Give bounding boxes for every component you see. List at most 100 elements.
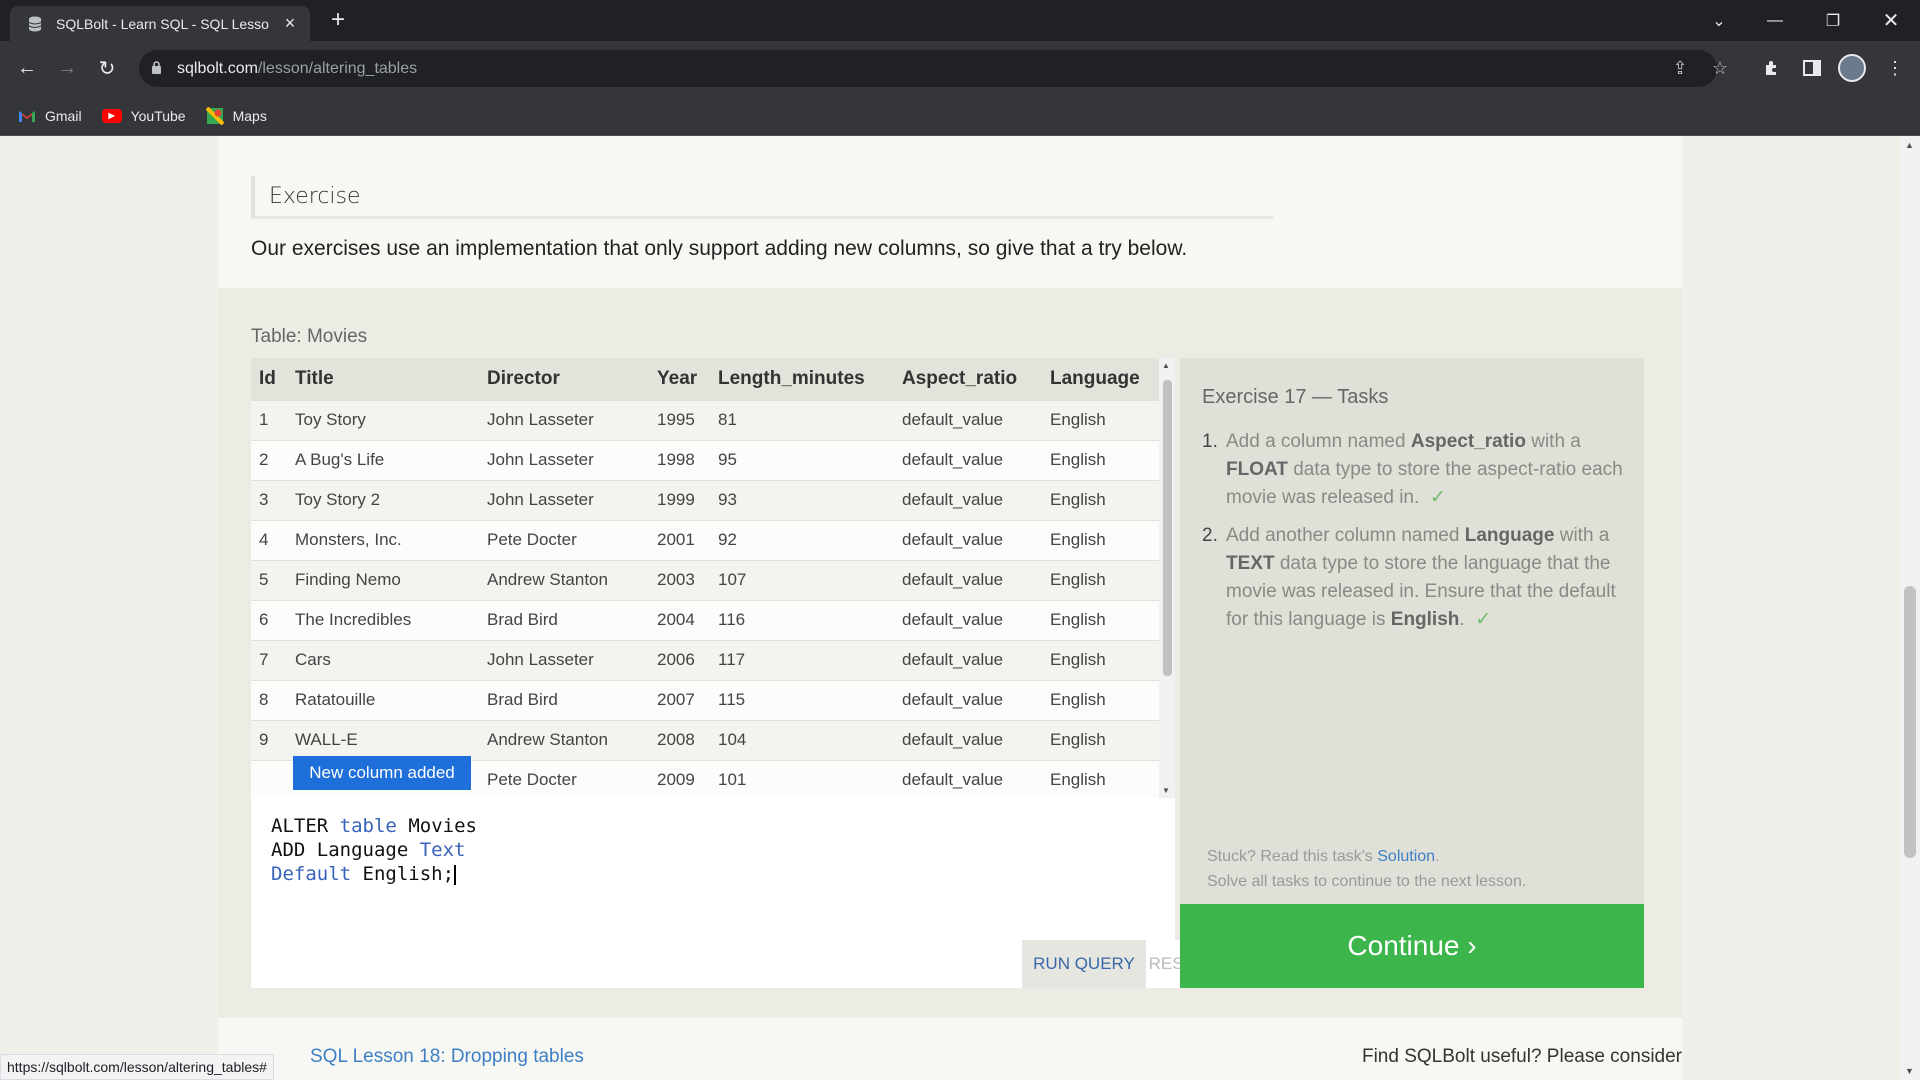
restore-button[interactable]: ❐ xyxy=(1810,0,1856,41)
table-cell: default_value xyxy=(894,719,1042,760)
table-row: 8 Ratatouille Brad Bird 2007 115 default_valu… xyxy=(251,679,1159,720)
table-row: 3 Toy Story 2 John Lasseter 1999 93 default_v… xyxy=(251,479,1159,520)
table-cell: Toy Story 2 xyxy=(287,479,479,520)
scroll-down-arrow-icon[interactable]: ▼ xyxy=(1162,786,1170,795)
table-row: 4 Monsters, Inc. Pete Docter 2001 92 default_… xyxy=(251,519,1159,560)
table-caption: Table: Movies xyxy=(251,326,368,347)
side-panel-icon[interactable] xyxy=(1797,53,1827,83)
lock-icon xyxy=(151,60,167,77)
bookmark-maps[interactable]: Maps xyxy=(205,106,267,125)
bookmark-gmail[interactable]: Gmail xyxy=(18,107,82,125)
table-row: 6 The Incredibles Brad Bird 2004 116 default_… xyxy=(251,599,1159,640)
table-cell: 92 xyxy=(710,519,894,560)
minimize-button[interactable]: — xyxy=(1752,0,1798,41)
table-cell: Cars xyxy=(287,639,479,680)
table-cell: default_value xyxy=(894,439,1042,480)
movies-table: Id Title Director Year Length_minutes As… xyxy=(251,358,1159,798)
reload-icon[interactable]: ↻ xyxy=(92,53,122,83)
tasks-title: Exercise 17 — Tasks xyxy=(1202,386,1389,408)
table-cell: WALL-E xyxy=(287,719,479,760)
table-cell: 9 xyxy=(251,719,287,760)
table-cell: 7 xyxy=(251,639,287,680)
table-cell: Pete Docter xyxy=(479,519,649,560)
scroll-up-arrow-icon[interactable]: ▲ xyxy=(1905,140,1914,150)
text-caret xyxy=(454,864,457,885)
table-row: 9 WALL-E Andrew Stanton 2008 104 default_valu… xyxy=(251,719,1159,760)
new-tab-button[interactable]: + xyxy=(326,8,350,32)
browser-toolbar: ← → ↻ sqlbolt.com/lesson/altering_tables… xyxy=(0,41,1920,96)
bookmarks-bar: Gmail ▶ YouTube Maps xyxy=(0,96,1920,136)
table-cell: 116 xyxy=(710,599,894,640)
close-tab-icon[interactable]: × xyxy=(280,13,300,34)
table-row: 7 Cars John Lasseter 2006 117 default_value En… xyxy=(251,639,1159,680)
tab-strip: SQLBolt - Learn SQL - SQL Lesso × + ⌄ — … xyxy=(0,0,1920,41)
table-cell: default_value xyxy=(894,639,1042,680)
table-cell: Monsters, Inc. xyxy=(287,519,479,560)
scrollbar-thumb[interactable] xyxy=(1163,380,1172,676)
page-scrollbar[interactable]: ▲ ▼ xyxy=(1900,136,1920,1080)
browser-tab[interactable]: SQLBolt - Learn SQL - SQL Lesso × xyxy=(10,6,310,41)
forward-arrow-icon[interactable]: → xyxy=(52,53,82,83)
sql-query-editor[interactable]: ALTER table Movies ADD Language Text Def… xyxy=(251,798,1208,988)
table-cell: default_value xyxy=(894,479,1042,520)
table-cell: 2006 xyxy=(649,639,710,680)
checkmark-icon: ✓ xyxy=(1475,609,1492,630)
results-table-container[interactable]: Id Title Director Year Length_minutes As… xyxy=(251,358,1175,798)
back-arrow-icon[interactable]: ← xyxy=(12,53,42,83)
database-icon xyxy=(26,15,44,33)
run-query-button[interactable]: RUN QUERY xyxy=(1022,940,1146,988)
profile-avatar[interactable] xyxy=(1838,54,1866,82)
kebab-menu-icon[interactable]: ⋮ xyxy=(1880,53,1910,83)
tab-title: SQLBolt - Learn SQL - SQL Lesso xyxy=(56,15,269,32)
table-cell: John Lasseter xyxy=(479,399,649,440)
exercise-widget: Table: Movies Id Title Director Year Len… xyxy=(218,288,1682,1018)
table-row: 2A Bug's Life John Lasseter 1998 95 default_… xyxy=(251,439,1159,480)
tab-search-icon[interactable]: ⌄ xyxy=(1696,0,1742,41)
status-bar-url: https://sqlbolt.com/lesson/altering_tabl… xyxy=(0,1054,274,1080)
table-scrollbar[interactable]: ▲ ▼ xyxy=(1159,358,1175,798)
table-cell: English xyxy=(1042,599,1159,640)
column-header: Id xyxy=(251,358,287,400)
table-cell: English xyxy=(1042,679,1159,720)
youtube-icon: ▶ xyxy=(101,108,122,123)
share-icon[interactable]: ⇪ xyxy=(1669,58,1691,79)
bookmark-label: Maps xyxy=(232,107,267,124)
support-text: Find SQLBolt useful? Please consider xyxy=(1361,1046,1682,1067)
solution-link[interactable]: Solution xyxy=(1377,848,1435,865)
continue-button[interactable]: Continue › xyxy=(1180,904,1644,988)
bookmark-star-icon[interactable]: ☆ xyxy=(1709,58,1731,79)
sql-code[interactable]: ALTER table Movies ADD Language Text Def… xyxy=(271,814,477,886)
column-header: Director xyxy=(479,358,649,400)
table-cell: Pete Docter xyxy=(479,759,649,798)
table-cell: 2007 xyxy=(649,679,710,720)
table-cell: 107 xyxy=(710,559,894,600)
table-cell: default_value xyxy=(894,519,1042,560)
table-cell: 4 xyxy=(251,519,287,560)
table-header-row: Id Title Director Year Length_minutes As… xyxy=(251,358,1159,400)
table-cell: 2003 xyxy=(649,559,710,600)
table-cell: 2008 xyxy=(649,719,710,760)
table-cell: 2004 xyxy=(649,599,710,640)
scrollbar-thumb[interactable] xyxy=(1904,586,1916,858)
lesson-content: Exercise Our exercises use an implementa… xyxy=(218,136,1682,1080)
bookmark-youtube[interactable]: ▶ YouTube xyxy=(101,107,186,124)
checkmark-icon: ✓ xyxy=(1429,487,1446,508)
scroll-down-arrow-icon[interactable]: ▼ xyxy=(1905,1066,1914,1076)
table-cell: John Lasseter xyxy=(479,479,649,520)
extensions-puzzle-icon[interactable] xyxy=(1757,53,1787,83)
table-cell: The Incredibles xyxy=(287,599,479,640)
table-cell: 8 xyxy=(251,679,287,720)
task-item: 2. Add another column named Language wit… xyxy=(1202,525,1616,630)
table-cell: 1999 xyxy=(649,479,710,520)
table-cell: English xyxy=(1042,759,1159,798)
next-lesson-link[interactable]: SQL Lesson 18: Dropping tables xyxy=(310,1046,584,1068)
address-bar[interactable]: sqlbolt.com/lesson/altering_tables ⇪ ☆ xyxy=(139,50,1728,87)
scroll-up-arrow-icon[interactable]: ▲ xyxy=(1162,361,1170,370)
bookmark-label: YouTube xyxy=(130,107,186,124)
table-cell: A Bug's Life xyxy=(287,439,479,480)
close-window-button[interactable]: ✕ xyxy=(1868,0,1914,41)
table-row: 5 Finding Nemo Andrew Stanton 2003 107 defaul… xyxy=(251,559,1159,600)
task-list: 1. Add a column named Aspect_ratio with … xyxy=(1202,428,1632,644)
task-item: 1. Add a column named Aspect_ratio with … xyxy=(1202,431,1623,508)
table-cell: default_value xyxy=(894,599,1042,640)
